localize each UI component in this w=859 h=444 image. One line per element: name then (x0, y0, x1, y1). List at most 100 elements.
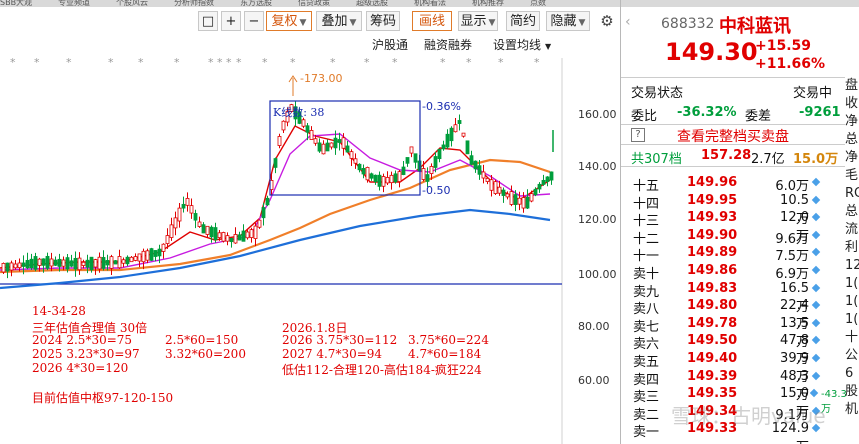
event-star: * (138, 56, 144, 69)
candle-body (89, 256, 94, 271)
candle-body (237, 234, 242, 241)
side-info-cell: 总 (845, 204, 859, 219)
candle-body (137, 253, 142, 262)
candle-body (277, 136, 282, 146)
candle-body (113, 260, 118, 265)
order-level-label: 卖八 (633, 302, 660, 318)
candle-body (497, 186, 502, 194)
candle-body (17, 262, 22, 268)
side-info-cell: 1( (845, 294, 859, 309)
status-value: 交易中 (793, 86, 833, 101)
annotation-2024: 2024 2.5*30=75 (32, 333, 133, 347)
candles-layer (1, 100, 554, 279)
side-info-cell: 公 (845, 348, 859, 363)
candle-body (53, 259, 58, 266)
diamond-icon (811, 353, 821, 363)
order-volume: 6.0万 (775, 179, 809, 194)
help-icon[interactable]: ? (631, 128, 645, 142)
candle-body (229, 237, 234, 243)
candle-body (161, 243, 166, 252)
candle-body (109, 256, 114, 269)
order-price: 149.78 (687, 315, 738, 331)
box-top-pct: -0.36% (422, 100, 461, 113)
y-tick: 140.00 (578, 160, 617, 173)
ma-mid-line (0, 158, 551, 274)
candle-body (401, 166, 406, 175)
candle-body (149, 248, 154, 261)
candle-body (153, 250, 158, 257)
order-level-label: 卖四 (633, 372, 660, 388)
stock-name: 中科蓝讯 (719, 16, 791, 37)
side-info-cell: 收 (845, 96, 859, 111)
candle-body (385, 177, 390, 184)
candle-body (529, 193, 534, 202)
candle-body (129, 256, 134, 263)
side-info-cell: 总 (845, 132, 859, 147)
full-book-link[interactable]: 查看完整档买卖盘 (677, 126, 789, 146)
candle-body (85, 259, 90, 268)
diamond-icon (811, 212, 821, 222)
candle-body (473, 160, 478, 170)
side-info-cell: 12 (845, 258, 859, 273)
candle-body (397, 171, 402, 182)
event-star: * (226, 56, 232, 69)
candle-body (197, 221, 202, 227)
order-level-label: 卖七 (633, 319, 660, 335)
status-row: 交易状态 交易中 (621, 80, 859, 101)
candle-body (533, 188, 538, 196)
current-price: 149.30 (665, 38, 758, 66)
event-star: * (364, 56, 370, 69)
candle-body (33, 256, 38, 270)
candle-body (501, 189, 506, 196)
candle-body (317, 142, 322, 152)
order-level-label: 十二 (633, 231, 660, 247)
candle-body (457, 120, 462, 124)
y-tick: 60.00 (578, 374, 610, 387)
candle-body (105, 260, 110, 266)
order-price: 149.95 (687, 192, 738, 208)
candle-body (25, 259, 30, 269)
candle-body (117, 256, 122, 269)
candle-body (521, 197, 526, 209)
candle-body (425, 174, 430, 182)
candle-body (13, 263, 18, 269)
candle-body (325, 142, 330, 152)
candle-body (377, 174, 382, 187)
candle-body (261, 207, 266, 219)
event-star: * (208, 56, 214, 69)
candle-body (133, 256, 138, 261)
order-level-label: 卖十 (633, 267, 660, 282)
book-amount: 2.7亿 (751, 152, 785, 167)
event-star: * (236, 56, 242, 69)
order-price: 149.96 (687, 175, 738, 190)
price-change: +15.59 (755, 38, 812, 54)
candle-body (145, 250, 150, 261)
diamond-icon (811, 318, 821, 328)
candle-body (541, 179, 546, 185)
candle-body (221, 232, 226, 242)
order-level-label: 卖三 (633, 390, 660, 406)
status-label: 交易状态 (631, 86, 684, 101)
side-info-cell: 净 (845, 150, 859, 165)
weicha-label: 委差 (745, 109, 772, 124)
annotation-valuation-range: 低估112-合理120-高估184-疯狂224 (282, 363, 482, 377)
side-info-column: 盘收净总净毛RO总流利121(1(1(十公6家股机 (845, 76, 859, 418)
candle-body (373, 174, 378, 182)
box-bottom-val-value: 0.50 (425, 184, 451, 197)
side-info-cell: 盘 (845, 78, 859, 93)
candle-body (29, 258, 34, 269)
order-level-label: 卖六 (633, 337, 660, 353)
candle-body (445, 133, 450, 148)
candle-body (461, 132, 466, 137)
divider (621, 77, 845, 78)
order-price: 149.80 (687, 298, 738, 314)
candle-body (441, 144, 446, 150)
candle-body (341, 137, 346, 149)
side-info-cell: 1( (845, 276, 859, 291)
candle-body (421, 168, 426, 180)
candle-body (301, 119, 306, 127)
annotation-2026b: 2026 3.75*30=112 (282, 333, 398, 347)
chevron-left-icon[interactable]: ‹ (625, 14, 631, 30)
candle-body (389, 174, 394, 184)
candle-body (77, 257, 82, 271)
